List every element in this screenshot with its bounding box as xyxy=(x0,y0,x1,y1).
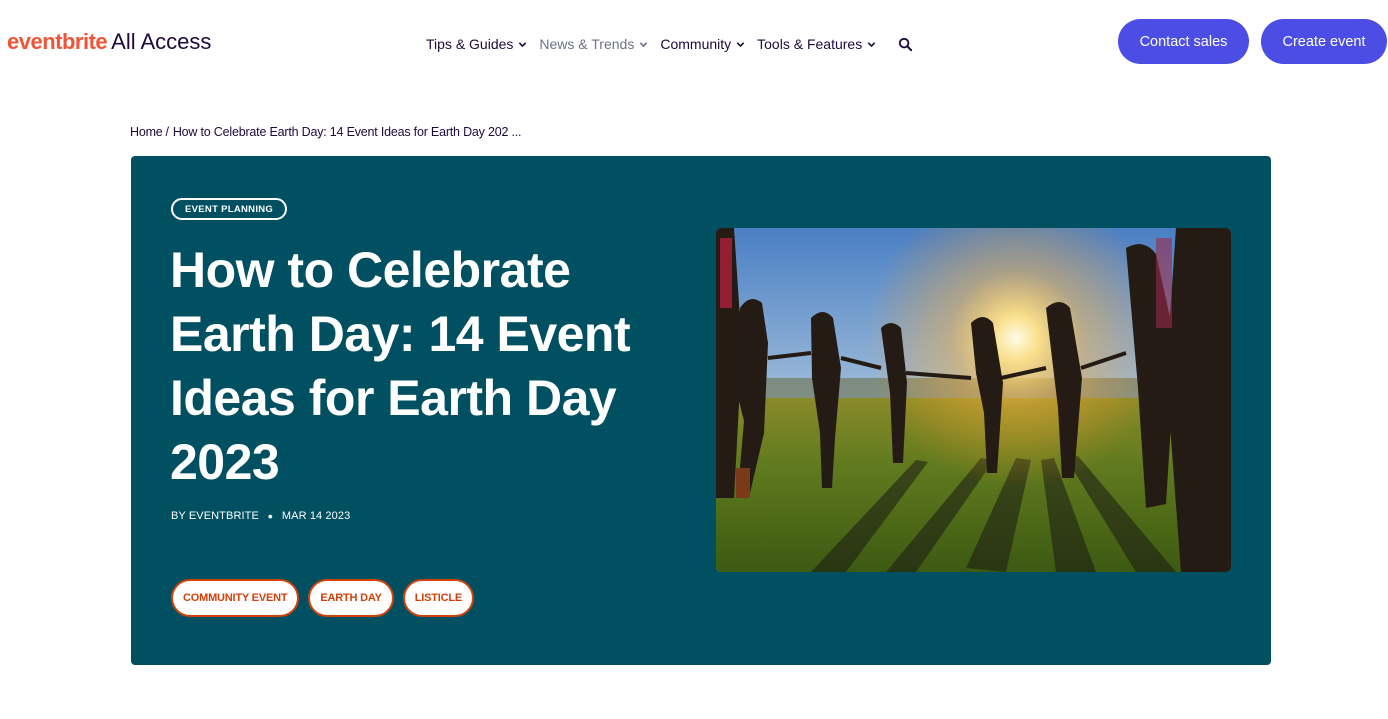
nav-community[interactable]: Community xyxy=(660,36,745,52)
nav-tools-features[interactable]: Tools & Features xyxy=(757,36,876,52)
article-hero: EVENT PLANNING How to Celebrate Earth Da… xyxy=(131,156,1271,665)
chevron-down-icon xyxy=(867,41,876,47)
tag-listicle[interactable]: LISTICLE xyxy=(402,579,475,617)
category-badge[interactable]: EVENT PLANNING xyxy=(171,198,288,220)
nav-label: Tools & Features xyxy=(757,36,863,52)
chevron-down-icon xyxy=(736,41,745,47)
nav-label: News & Trends xyxy=(539,36,635,52)
chevron-down-icon xyxy=(640,41,648,47)
article-date: MAR 14 2023 xyxy=(281,510,351,522)
nav-label: Tips & Guides xyxy=(426,36,514,52)
breadcrumb-separator: / xyxy=(165,125,170,139)
tag-community-event[interactable]: COMMUNITY EVENT xyxy=(171,579,300,617)
article-author: BY EVENTBRITE xyxy=(171,510,259,522)
contact-sales-button[interactable]: Contact sales xyxy=(1118,19,1249,64)
article-title: How to Celebrate Earth Day: 14 Event Ide… xyxy=(170,242,631,490)
breadcrumb: Home / How to Celebrate Earth Day: 14 Even… xyxy=(130,125,522,139)
nav-tips-guides[interactable]: Tips & Guides xyxy=(426,36,527,52)
tag-list: COMMUNITY EVENT EARTH DAY LISTICLE xyxy=(171,579,483,617)
nav-news-trends[interactable]: News & Trends xyxy=(539,36,648,52)
meta-separator-dot: • xyxy=(267,507,273,524)
logo-product: All Access xyxy=(111,29,212,54)
logo-brand: eventbrite xyxy=(7,29,108,54)
search-icon[interactable] xyxy=(898,37,913,52)
create-event-button[interactable]: Create event xyxy=(1261,19,1387,64)
nav-label: Community xyxy=(660,36,732,52)
article-meta: BY EVENTBRITE • MAR 14 2023 xyxy=(171,507,351,524)
breadcrumb-home[interactable]: Home xyxy=(130,125,163,139)
tag-earth-day[interactable]: EARTH DAY xyxy=(308,579,394,617)
people-holding-hands-sunset-image xyxy=(716,228,1231,572)
hero-image xyxy=(716,228,1231,572)
breadcrumb-current: How to Celebrate Earth Day: 14 Event Ide… xyxy=(172,125,522,139)
logo[interactable]: eventbrite All Access xyxy=(7,28,211,56)
chevron-down-icon xyxy=(519,41,527,47)
main-nav: Tips & Guides News & Trends Community To… xyxy=(426,33,913,55)
